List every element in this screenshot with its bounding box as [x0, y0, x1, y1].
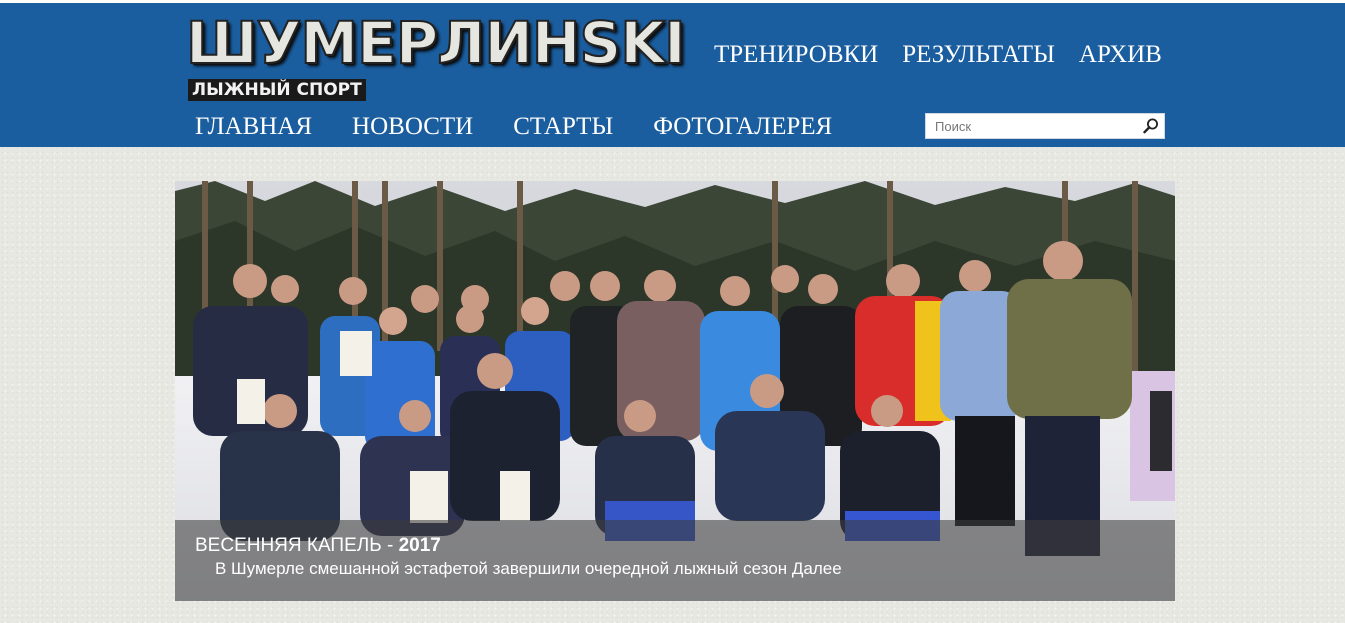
search-input[interactable]	[926, 114, 1145, 138]
nav-results[interactable]: РЕЗУЛЬТАТЫ	[902, 40, 1055, 70]
slide-title-year: 2017	[398, 535, 441, 556]
search-icon[interactable]	[1142, 117, 1160, 135]
slide-title-text: ВЕСЕННЯЯ КАПЕЛЬ -	[195, 535, 399, 556]
logo-title: ШУМЕРЛИНSKI	[185, 9, 687, 77]
main-navigation: ГЛАВНАЯ НОВОСТИ СТАРТЫ ФОТОГАЛЕРЕЯ	[195, 112, 872, 142]
slide-caption[interactable]: ВЕСЕННЯЯ КАПЕЛЬ - 2017 В Шумерле смешанн…	[175, 520, 1175, 601]
slide-description[interactable]: В Шумерле смешанной эстафетой завершили …	[215, 558, 842, 580]
top-navigation: ТРЕНИРОВКИ РЕЗУЛЬТАТЫ АРХИВ	[714, 40, 1186, 70]
logo-subtitle: ЛЫЖНЫЙ СПОРТ	[188, 79, 366, 101]
nav-news[interactable]: НОВОСТИ	[352, 112, 473, 142]
nav-photo-gallery[interactable]: ФОТОГАЛЕРЕЯ	[653, 112, 832, 142]
slide-title[interactable]: ВЕСЕННЯЯ КАПЕЛЬ - 2017	[195, 534, 441, 558]
site-logo[interactable]: ШУМЕРЛИНSKI ЛЫЖНЫЙ СПОРТ	[185, 10, 687, 107]
nav-starts[interactable]: СТАРТЫ	[513, 112, 613, 142]
nav-trainings[interactable]: ТРЕНИРОВКИ	[714, 40, 878, 70]
nav-archive[interactable]: АРХИВ	[1079, 40, 1162, 70]
featured-slider[interactable]: ВЕСЕННЯЯ КАПЕЛЬ - 2017 В Шумерле смешанн…	[175, 181, 1175, 601]
site-header: ШУМЕРЛИНSKI ЛЫЖНЫЙ СПОРТ ТРЕНИРОВКИ РЕЗУ…	[0, 0, 1345, 147]
search-box	[925, 113, 1165, 139]
nav-home[interactable]: ГЛАВНАЯ	[195, 112, 312, 142]
